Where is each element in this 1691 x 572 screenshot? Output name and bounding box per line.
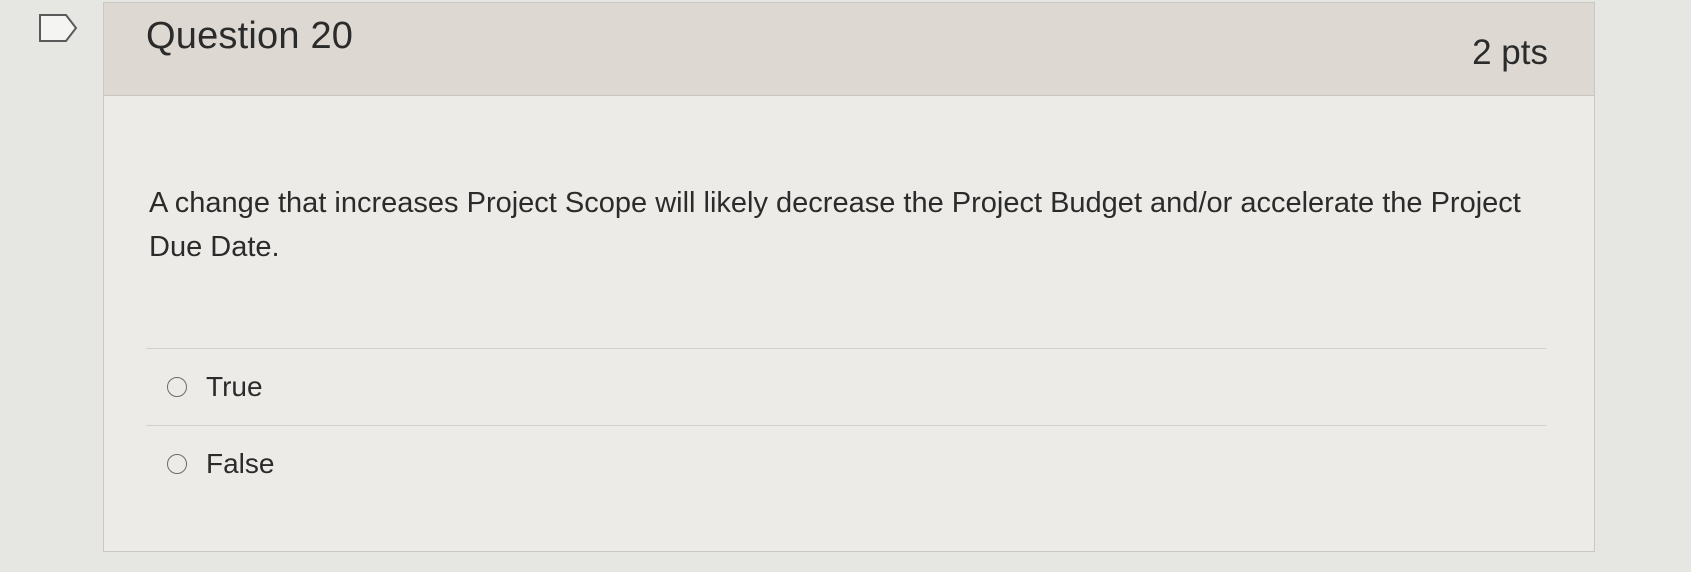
answer-label-true: True bbox=[206, 371, 263, 402]
answer-list: True False bbox=[146, 348, 1546, 502]
answer-option-false[interactable]: False bbox=[146, 425, 1546, 502]
flag-question-icon[interactable] bbox=[38, 13, 78, 43]
radio-button-false[interactable] bbox=[167, 454, 187, 474]
question-header: Question 20 2 pts bbox=[104, 3, 1594, 96]
question-text: A change that increases Project Scope wi… bbox=[149, 187, 1521, 263]
answer-option-true[interactable]: True bbox=[146, 348, 1546, 425]
radio-button-true[interactable] bbox=[167, 377, 187, 397]
answer-label-false: False bbox=[206, 448, 275, 479]
question-card: Question 20 2 pts A change that increase… bbox=[103, 2, 1595, 552]
question-points: 2 pts bbox=[1472, 33, 1548, 72]
question-title: Question 20 bbox=[146, 15, 354, 57]
